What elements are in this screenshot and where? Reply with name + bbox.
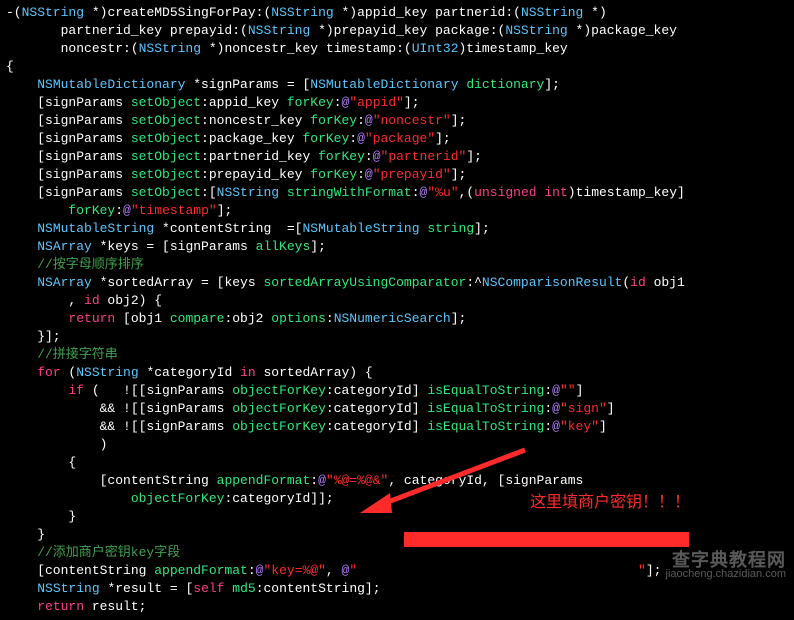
watermark-title: 查字典教程网: [666, 553, 786, 567]
code-editor: -(NSString *)createMD5SingForPay:(NSStri…: [0, 0, 794, 620]
watermark-url: jiaocheng.chazidian.com: [666, 567, 786, 581]
watermark: 查字典教程网 jiaocheng.chazidian.com: [666, 553, 786, 581]
redacted-secret: XXXXXXXXXXXXXXXXXXXXXXXXXXXXXXXX: [404, 532, 689, 547]
annotation-callout: 这里填商户密钥！！！: [530, 494, 690, 512]
